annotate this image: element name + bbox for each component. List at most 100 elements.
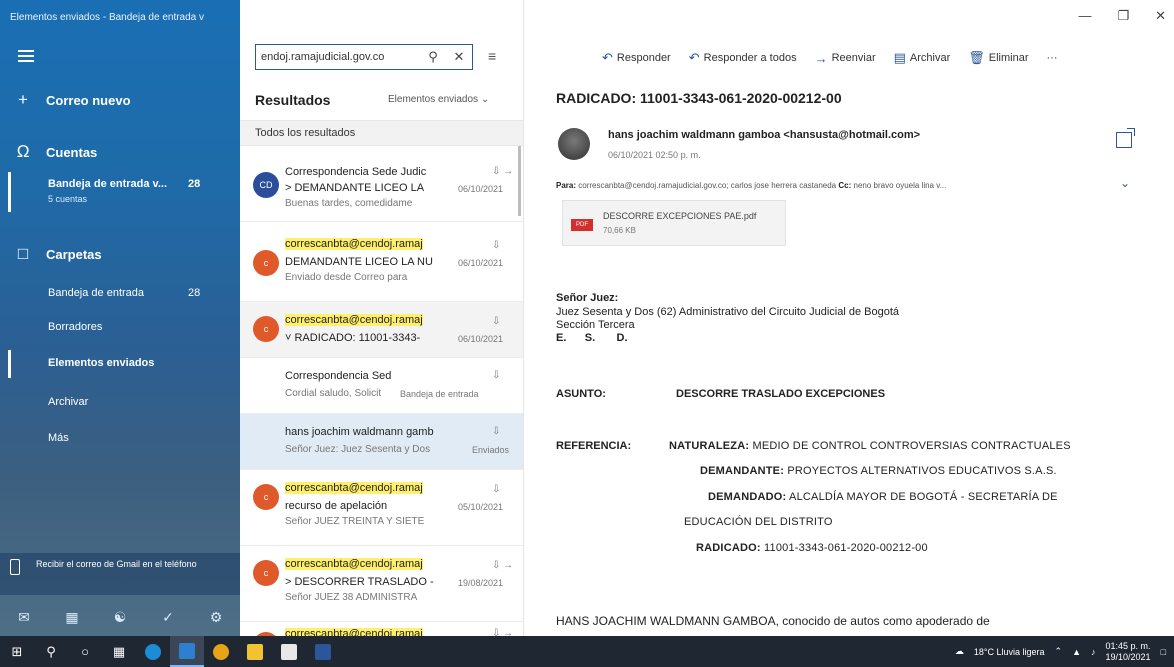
settings-icon[interactable]: ⚙: [192, 609, 240, 626]
account-item[interactable]: Bandeja de entrada v... 28: [48, 178, 200, 190]
demandante-line: DEMANDANTE: PROYECTOS ALTERNATIVOS EDUCA…: [700, 465, 1057, 477]
attachment-card[interactable]: PDF DESCORRE EXCEPCIONES PAE.pdf 70,66 K…: [562, 200, 786, 246]
forward-button[interactable]: → Reenviar: [815, 50, 876, 66]
folders-header[interactable]: □ Carpetas: [0, 242, 240, 266]
attachment-forward-icon: ⇩ →: [492, 560, 514, 571]
close-icon[interactable]: ✕: [1155, 8, 1166, 24]
folder-item-more[interactable]: Más: [48, 432, 69, 444]
account-sub: 5 cuentas: [48, 194, 88, 204]
store-icon[interactable]: [272, 636, 306, 667]
tray-overflow-icon[interactable]: ⌃: [1055, 646, 1063, 657]
accounts-header[interactable]: Ω Cuentas: [0, 140, 240, 164]
todo-icon[interactable]: ✓: [144, 609, 192, 626]
sent-date: 06/10/2021 02:50 p. m.: [608, 150, 701, 160]
minimize-icon[interactable]: —: [1078, 8, 1091, 24]
list-item[interactable]: hans joachim waldmann gamb ⇩ Señor Juez:…: [240, 414, 523, 470]
open-in-new-window-icon[interactable]: [1116, 128, 1135, 148]
list-item[interactable]: c correscanbta@cendoj.ramaj ⇩ ˅ RADICADO…: [240, 302, 523, 358]
new-mail-button[interactable]: + Correo nuevo: [0, 88, 240, 112]
hamburger-menu-icon[interactable]: [18, 50, 34, 62]
esd-line: E. S. D.: [556, 332, 628, 344]
restore-icon[interactable]: ❐: [1117, 8, 1129, 24]
message-preview: Señor Juez: Juez Sesenta y Dos: [285, 444, 431, 455]
reply-label: Responder: [616, 52, 671, 64]
message-preview: Señor JUEZ 38 ADMINISTRA: [285, 592, 418, 603]
recipients-line: Para: correscanbta@cendoj.ramajudicial.g…: [556, 181, 1116, 190]
list-item[interactable]: CD Correspondencia Sede Judic ⇩ → > DEMA…: [240, 146, 523, 222]
section-line: Sección Tercera: [556, 319, 635, 331]
volume-icon[interactable]: ♪: [1091, 647, 1096, 657]
list-item[interactable]: c correscanbta@cendoj.ramaj ⇩ →: [240, 622, 523, 636]
message-sender: correscanbta@cendoj.ramaj: [285, 238, 455, 250]
attachment-forward-icon: ⇩ →: [492, 166, 514, 177]
reply-all-button[interactable]: ↶ Responder a todos: [689, 50, 797, 66]
message-toolbar: ↶ Responder ↶ Responder a todos → Reenviar …: [602, 50, 1058, 66]
attachment-icon: ⇩: [492, 240, 501, 251]
chevron-down-icon: ⌄: [480, 94, 490, 105]
clear-search-icon[interactable]: ✕: [446, 49, 472, 65]
message-preview: Señor JUEZ TREINTA Y SIETE: [285, 516, 425, 527]
folder-label: Bandeja de entrada: [48, 287, 145, 299]
list-item[interactable]: c correscanbta@cendoj.ramaj ⇩ DEMANDANTE…: [240, 222, 523, 302]
mail-app-icon[interactable]: [170, 636, 204, 667]
filter-icon[interactable]: ≡: [488, 48, 496, 64]
network-icon[interactable]: ▲: [1072, 647, 1081, 657]
message-date: 06/10/2021: [458, 258, 504, 268]
avatar: CD: [253, 172, 279, 198]
notifications-icon[interactable]: □: [1161, 647, 1166, 657]
people-icon[interactable]: ☯: [96, 609, 144, 626]
attachment-forward-icon: ⇩ →: [492, 628, 514, 636]
clock[interactable]: 01:45 p. m. 19/10/2021: [1106, 641, 1151, 663]
highlighted-sender: correscanbta@cendoj.ramaj: [285, 628, 423, 636]
cc-label: Cc:: [838, 181, 852, 190]
forward-icon: →: [814, 50, 828, 66]
list-item[interactable]: c correscanbta@cendoj.ramaj ⇩ → > DESCOR…: [240, 546, 523, 622]
account-unread-count: 28: [188, 178, 201, 190]
system-tray: ☁ 18°C Lluvia ligera ⌃ ▲ ♪ 01:45 p. m. 1…: [955, 636, 1166, 667]
person-icon: Ω: [16, 142, 30, 161]
avatar: c: [253, 250, 279, 276]
scrollbar[interactable]: [518, 146, 521, 216]
results-folder-dropdown[interactable]: Elementos enviados ⌄: [388, 94, 489, 105]
demandado-line: DEMANDADO: ALCALDÍA MAYOR DE BOGOTÁ - SE…: [708, 491, 1058, 503]
weather-text[interactable]: 18°C Lluvia ligera: [974, 647, 1045, 657]
archive-button[interactable]: ▤ Archivar: [894, 50, 951, 66]
folder-item-archive[interactable]: Archivar: [48, 396, 88, 408]
search-icon[interactable]: ⚲: [34, 636, 68, 667]
demandado-label: DEMANDADO:: [708, 491, 787, 503]
search-box[interactable]: endoj.ramajudicial.gov.co ⚲ ✕: [255, 44, 473, 70]
folder-item-sent[interactable]: Elementos enviados: [48, 357, 154, 369]
folder-item-inbox[interactable]: Bandeja de entrada 28: [48, 287, 200, 299]
sender-name[interactable]: hans joachim waldmann gamboa <hansusta@h…: [608, 129, 920, 141]
gmail-promo[interactable]: Recibir el correo de Gmail en el teléfon…: [0, 553, 240, 595]
task-view-icon[interactable]: ▦: [102, 636, 136, 667]
more-actions-button[interactable]: ···: [1047, 50, 1058, 66]
folder-label: Más: [48, 432, 69, 444]
list-item[interactable]: c correscanbta@cendoj.ramaj ⇩ recurso de…: [240, 470, 523, 546]
highlighted-sender: correscanbta@cendoj.ramaj: [285, 482, 423, 494]
asunto-label: ASUNTO:: [556, 388, 606, 400]
windows-start-icon[interactable]: ⊞: [0, 636, 34, 667]
mail-icon[interactable]: ✉: [0, 609, 48, 626]
delete-button[interactable]: 🗑 Eliminar: [968, 50, 1028, 66]
folder-item-drafts[interactable]: Borradores: [48, 321, 102, 333]
cortana-icon[interactable]: ○: [68, 636, 102, 667]
file-explorer-icon[interactable]: [238, 636, 272, 667]
reply-button[interactable]: ↶ Responder: [602, 50, 671, 66]
calendar-icon[interactable]: ▦: [48, 609, 96, 626]
reading-pane: — ❐ ✕ ↶ Responder ↶ Responder a todos → Ree…: [524, 0, 1174, 636]
folder-count: 28: [188, 287, 201, 299]
list-item[interactable]: Correspondencia Sed ⇩ Cordial saludo, So…: [240, 358, 523, 414]
avatar: c: [253, 560, 279, 586]
chevron-down-icon[interactable]: ⌄: [1120, 176, 1130, 190]
reply-all-icon: ↶: [688, 50, 700, 65]
greeting: Señor Juez:: [556, 292, 619, 304]
search-icon[interactable]: ⚲: [420, 49, 446, 65]
search-input[interactable]: endoj.ramajudicial.gov.co: [256, 51, 420, 63]
chrome-icon[interactable]: [204, 636, 238, 667]
message-sender: correscanbta@cendoj.ramaj: [285, 482, 455, 494]
attachment-name: DESCORRE EXCEPCIONES PAE.pdf: [603, 211, 757, 221]
word-icon[interactable]: [306, 636, 340, 667]
edge-icon[interactable]: [136, 636, 170, 667]
message-subject: ˅ RADICADO: 11001-3343-: [285, 332, 421, 344]
